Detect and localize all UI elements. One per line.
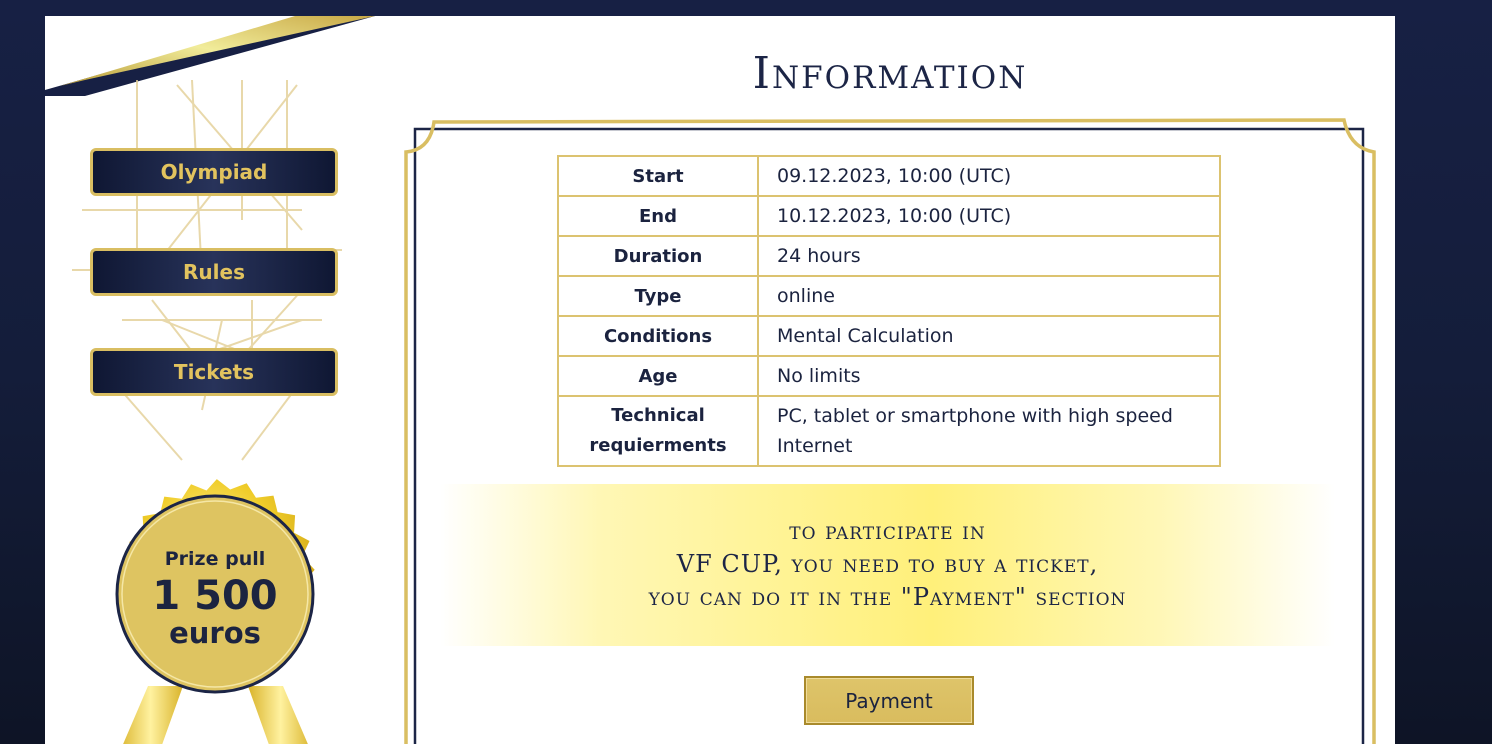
info-key: Conditions <box>557 315 759 357</box>
notice-line: VF CUP, you need to buy a ticket, <box>676 550 1099 578</box>
table-row: Age No limits <box>557 355 1221 397</box>
info-value: PC, tablet or smartphone with high speed… <box>757 395 1221 467</box>
info-value: 10.12.2023, 10:00 (UTC) <box>757 195 1221 237</box>
table-row: Duration 24 hours <box>557 235 1221 277</box>
info-value: 24 hours <box>757 235 1221 277</box>
sidebar-item-rules[interactable]: Rules <box>90 248 338 296</box>
info-key: End <box>557 195 759 237</box>
info-key: Start <box>557 155 759 197</box>
info-value: 09.12.2023, 10:00 (UTC) <box>757 155 1221 197</box>
table-row: Technical requierments PC, tablet or sma… <box>557 395 1221 467</box>
table-row: Start 09.12.2023, 10:00 (UTC) <box>557 155 1221 197</box>
info-value: No limits <box>757 355 1221 397</box>
info-key: Age <box>557 355 759 397</box>
table-row: End 10.12.2023, 10:00 (UTC) <box>557 195 1221 237</box>
info-key: Technical requierments <box>557 395 759 467</box>
table-row: Conditions Mental Calculation <box>557 315 1221 357</box>
notice-line: you can do it in the "Payment" section <box>648 583 1127 611</box>
page-title: Information <box>752 48 1028 99</box>
prize-amount: 1 500 <box>152 573 278 619</box>
ticket-notice: to participate in VF CUP, you need to bu… <box>440 484 1335 646</box>
info-table: Start 09.12.2023, 10:00 (UTC) End 10.12.… <box>557 155 1221 467</box>
info-key: Type <box>557 275 759 317</box>
prize-label: Prize pull <box>164 548 266 570</box>
payment-button[interactable]: Payment <box>804 676 974 725</box>
prize-unit: euros <box>169 616 261 650</box>
info-value: Mental Calculation <box>757 315 1221 357</box>
sidebar-item-tickets[interactable]: Tickets <box>90 348 338 396</box>
sidebar-item-olympiad[interactable]: Olympiad <box>90 148 338 196</box>
table-row: Type online <box>557 275 1221 317</box>
info-value: online <box>757 275 1221 317</box>
prize-badge: Prize pull 1 500 euros <box>120 548 310 648</box>
notice-line: to participate in <box>789 517 986 545</box>
info-key: Duration <box>557 235 759 277</box>
